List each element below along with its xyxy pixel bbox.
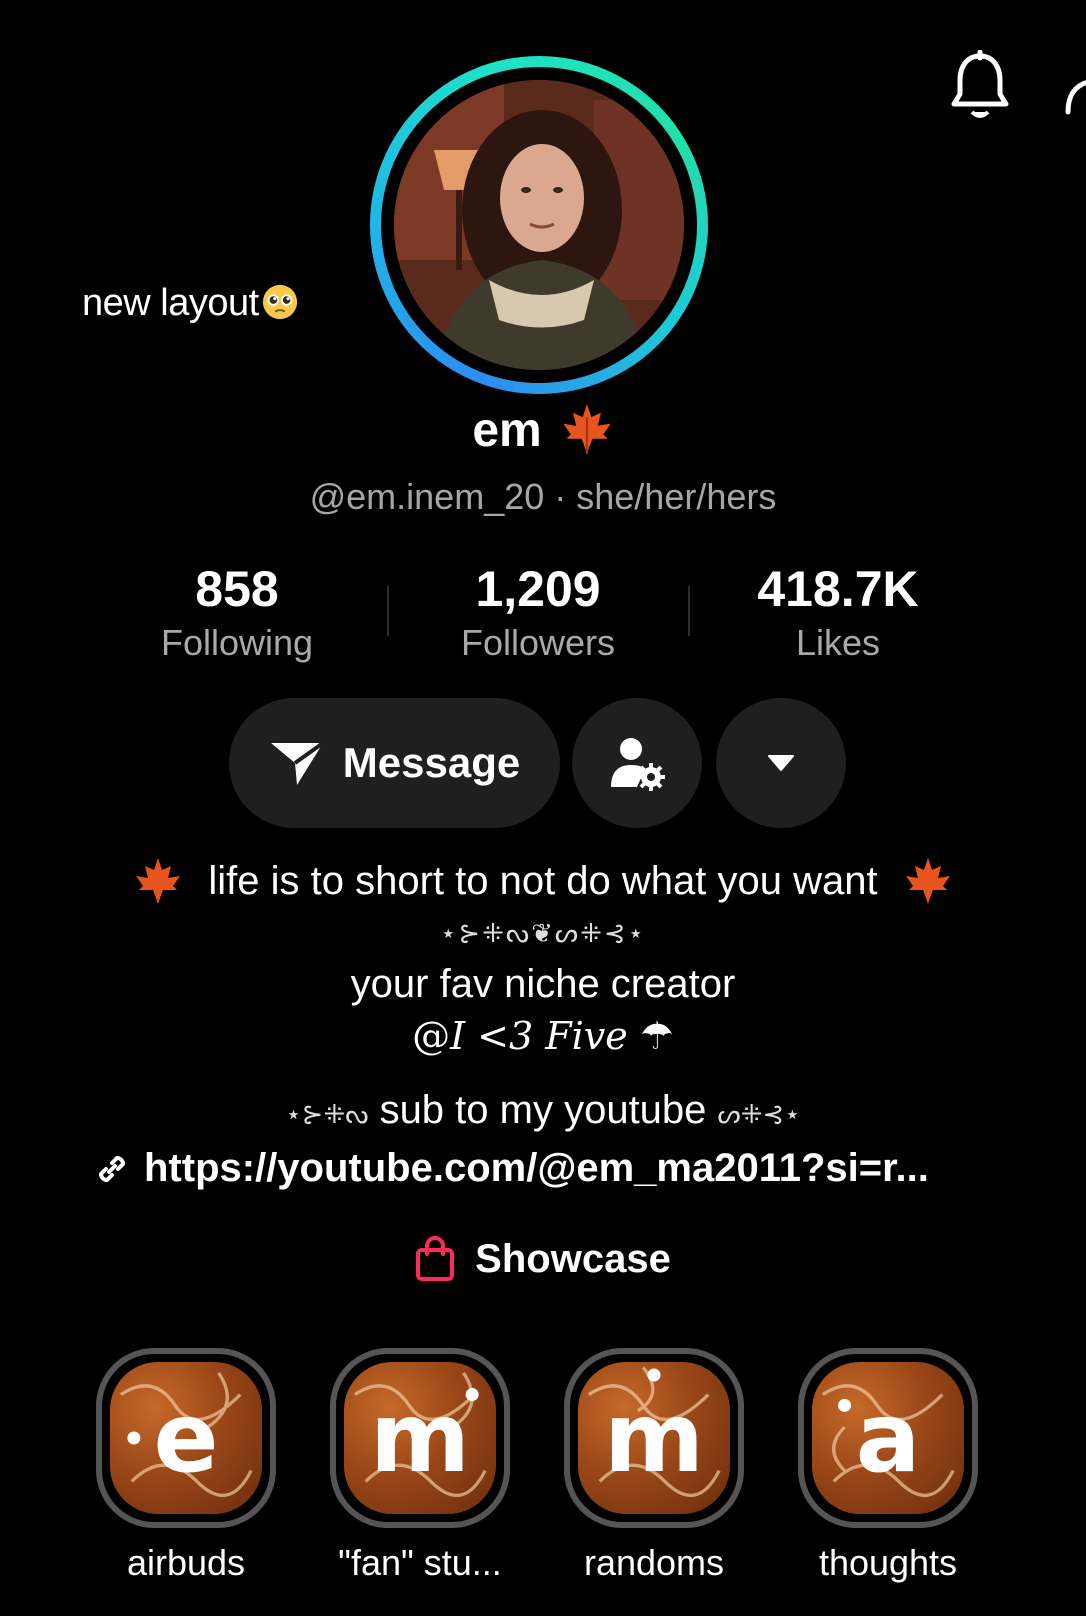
highlight-cover: m	[564, 1348, 744, 1528]
profile-link[interactable]: https://youtube.com/@em_ma2011?si=r...	[92, 1146, 929, 1191]
send-icon	[270, 741, 324, 785]
stat-followers[interactable]: 1,209 Followers	[418, 560, 658, 664]
bio-line-2: your fav niche creator	[350, 962, 736, 1006]
following-count: 858	[195, 561, 279, 617]
bio-ornament-right: ᔕ⁜⊰⋆	[717, 1099, 801, 1129]
stat-following[interactable]: 858 Following	[117, 560, 357, 664]
link-url: https://youtube.com/@em_ma2011?si=r...	[144, 1146, 929, 1190]
stat-likes[interactable]: 418.7K Likes	[718, 560, 958, 664]
stat-divider	[688, 586, 690, 636]
display-name: em	[472, 404, 542, 457]
umbrella-icon: ☂	[639, 1014, 674, 1058]
message-button[interactable]: Message	[229, 698, 560, 828]
username: @em.inem_20	[309, 476, 545, 517]
highlight-label: "fan" stu...	[338, 1542, 502, 1583]
showcase-button[interactable]: Showcase	[0, 1236, 1086, 1282]
bio-line-3: @I <3 Five ☂	[0, 1014, 1086, 1058]
profile-name: em	[0, 402, 1086, 458]
highlight-label: randoms	[583, 1542, 725, 1583]
showcase-label: Showcase	[475, 1236, 671, 1281]
caret-down-icon	[768, 755, 794, 771]
highlight-label: airbuds	[126, 1542, 246, 1583]
highlight-letter: m	[603, 1382, 705, 1494]
handle-separator: ·	[544, 476, 577, 517]
shopping-bag-icon	[416, 1236, 455, 1281]
avatar-photo-icon	[394, 80, 684, 370]
share-icon[interactable]	[1064, 72, 1086, 116]
link-icon	[98, 1155, 126, 1182]
bio-text-1: life is to short to not do what you want	[208, 859, 878, 903]
bio-line-1: life is to short to not do what you want	[0, 856, 1086, 906]
highlight-letter: e	[153, 1382, 219, 1494]
highlight-item[interactable]: m "fan" stu...	[326, 1348, 514, 1584]
followers-label: Followers	[460, 622, 616, 663]
bio-mention-name: I <3 Five	[450, 1014, 628, 1058]
likes-label: Likes	[795, 622, 881, 663]
maple-leaf-icon	[136, 858, 181, 904]
handle-line: @em.inem_20 · she/her/hers	[0, 476, 1086, 518]
highlight-item[interactable]: a thoughts	[794, 1348, 982, 1584]
pronouns: she/her/hers	[576, 476, 777, 517]
bio-youtube-text: sub to my youtube	[379, 1088, 707, 1132]
highlight-label: thoughts	[818, 1542, 958, 1583]
message-label: Message	[342, 739, 521, 786]
highlight-letter: a	[855, 1382, 921, 1494]
highlight-letter: m	[369, 1382, 471, 1494]
followers-count: 1,209	[475, 561, 601, 617]
highlight-cover: e	[96, 1348, 276, 1528]
person-gear-icon	[611, 738, 665, 791]
likes-count: 418.7K	[757, 561, 919, 617]
maple-leaf-icon	[905, 858, 950, 904]
bio-ornament-left: ⋆⊱⁜ᔓ	[285, 1099, 369, 1129]
stat-divider	[387, 586, 389, 636]
pleading-face-emoji-icon	[262, 284, 297, 320]
bio-mention-at: @	[412, 1014, 451, 1058]
highlight-cover: a	[798, 1348, 978, 1528]
bio-ornament: ⋆⊱⁜ᔓ❦ᔕ⁜⊰⋆	[440, 918, 646, 948]
bell-icon[interactable]	[948, 50, 1012, 122]
profile-settings-button[interactable]	[572, 698, 702, 828]
highlight-cover: m	[330, 1348, 510, 1528]
avatar-story-ring[interactable]	[370, 56, 708, 394]
more-options-button[interactable]	[716, 698, 846, 828]
highlight-item[interactable]: e airbuds	[92, 1348, 280, 1584]
highlight-item[interactable]: m randoms	[560, 1348, 748, 1584]
bio-line-4: ⋆⊱⁜ᔓ sub to my youtube ᔕ⁜⊰⋆	[0, 1088, 1086, 1133]
overlay-caption: new layout	[82, 282, 299, 325]
avatar[interactable]	[394, 80, 684, 370]
following-label: Following	[160, 622, 314, 663]
maple-leaf-icon	[562, 404, 611, 454]
caption-text: new layout	[82, 282, 259, 324]
